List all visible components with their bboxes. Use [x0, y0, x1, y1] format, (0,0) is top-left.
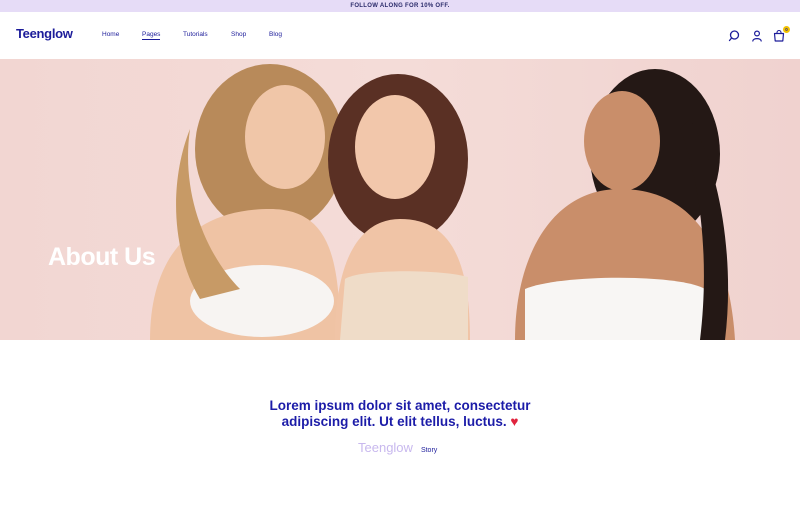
promo-text[interactable]: FOLLOW ALONG FOR 10% OFF. — [350, 3, 449, 9]
nav-item-shop[interactable]: Shop — [231, 31, 246, 38]
hero-banner: About Us — [0, 59, 800, 340]
story-label: Story — [420, 447, 438, 454]
cart-count-badge: 0 — [783, 26, 790, 33]
hero-title: About Us — [48, 243, 156, 271]
nav-item-tutorials[interactable]: Tutorials — [183, 31, 208, 38]
cart-icon[interactable]: 0 — [772, 26, 790, 43]
story-heading-line2: adipiscing elit. Ut elit tellus, luctus. — [281, 414, 507, 429]
promo-bar: FOLLOW ALONG FOR 10% OFF. — [0, 0, 800, 12]
user-icon[interactable] — [750, 29, 764, 43]
header-actions: 0 — [728, 26, 790, 43]
search-icon[interactable] — [728, 29, 742, 43]
story-section: Lorem ipsum dolor sit amet, consectetur … — [0, 340, 800, 507]
heart-icon: ♥ — [510, 414, 519, 429]
nav-item-home[interactable]: Home — [102, 31, 119, 38]
nav-item-pages[interactable]: Pages — [142, 31, 161, 40]
site-header: Teenglow Home Pages Tutorials Shop Blog … — [0, 12, 800, 59]
site-logo[interactable]: Teenglow — [16, 26, 73, 41]
story-heading: Lorem ipsum dolor sit amet, consectetur … — [250, 398, 550, 430]
story-brand: Teenglow — [358, 440, 413, 455]
story-heading-line1: Lorem ipsum dolor sit amet, consectetur — [269, 398, 531, 413]
story-subtitle: Teenglow Story — [358, 440, 437, 455]
hero-photo — [150, 64, 735, 340]
nav-item-blog[interactable]: Blog — [269, 31, 282, 38]
